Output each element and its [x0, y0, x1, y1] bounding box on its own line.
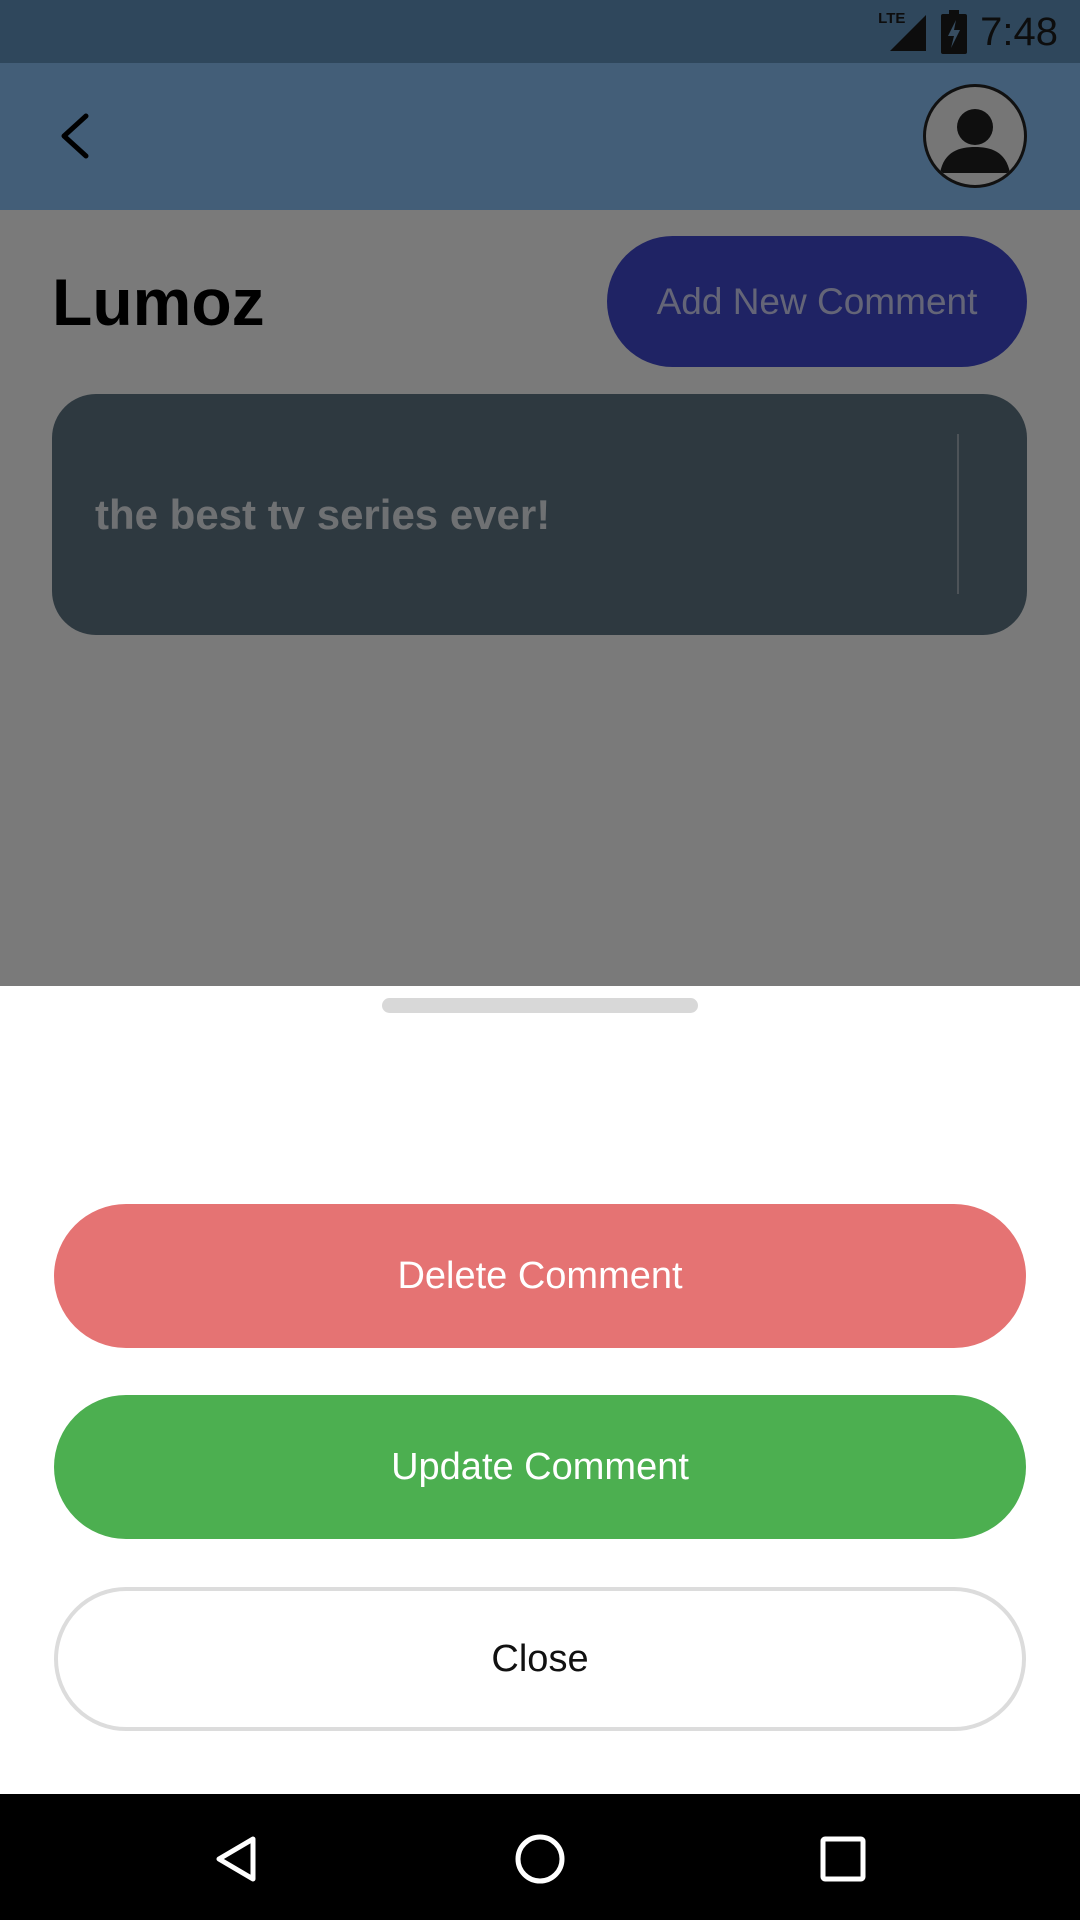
nav-back-icon	[216, 1836, 256, 1882]
nav-home-button[interactable]	[495, 1814, 585, 1904]
nav-recents-icon	[820, 1836, 866, 1882]
bottom-sheet: Delete Comment Update Comment Close	[0, 986, 1080, 1794]
update-comment-button[interactable]: Update Comment	[54, 1395, 1026, 1539]
delete-comment-button[interactable]: Delete Comment	[54, 1204, 1026, 1348]
close-button[interactable]: Close	[54, 1587, 1026, 1731]
nav-home-icon	[515, 1834, 565, 1884]
nav-recents-button[interactable]	[798, 1814, 888, 1904]
screen: LTE 7:48	[0, 0, 1080, 1920]
system-nav-bar	[0, 1794, 1080, 1920]
nav-back-button[interactable]	[192, 1814, 282, 1904]
modal-scrim[interactable]	[0, 0, 1080, 986]
drag-handle[interactable]	[382, 998, 698, 1013]
